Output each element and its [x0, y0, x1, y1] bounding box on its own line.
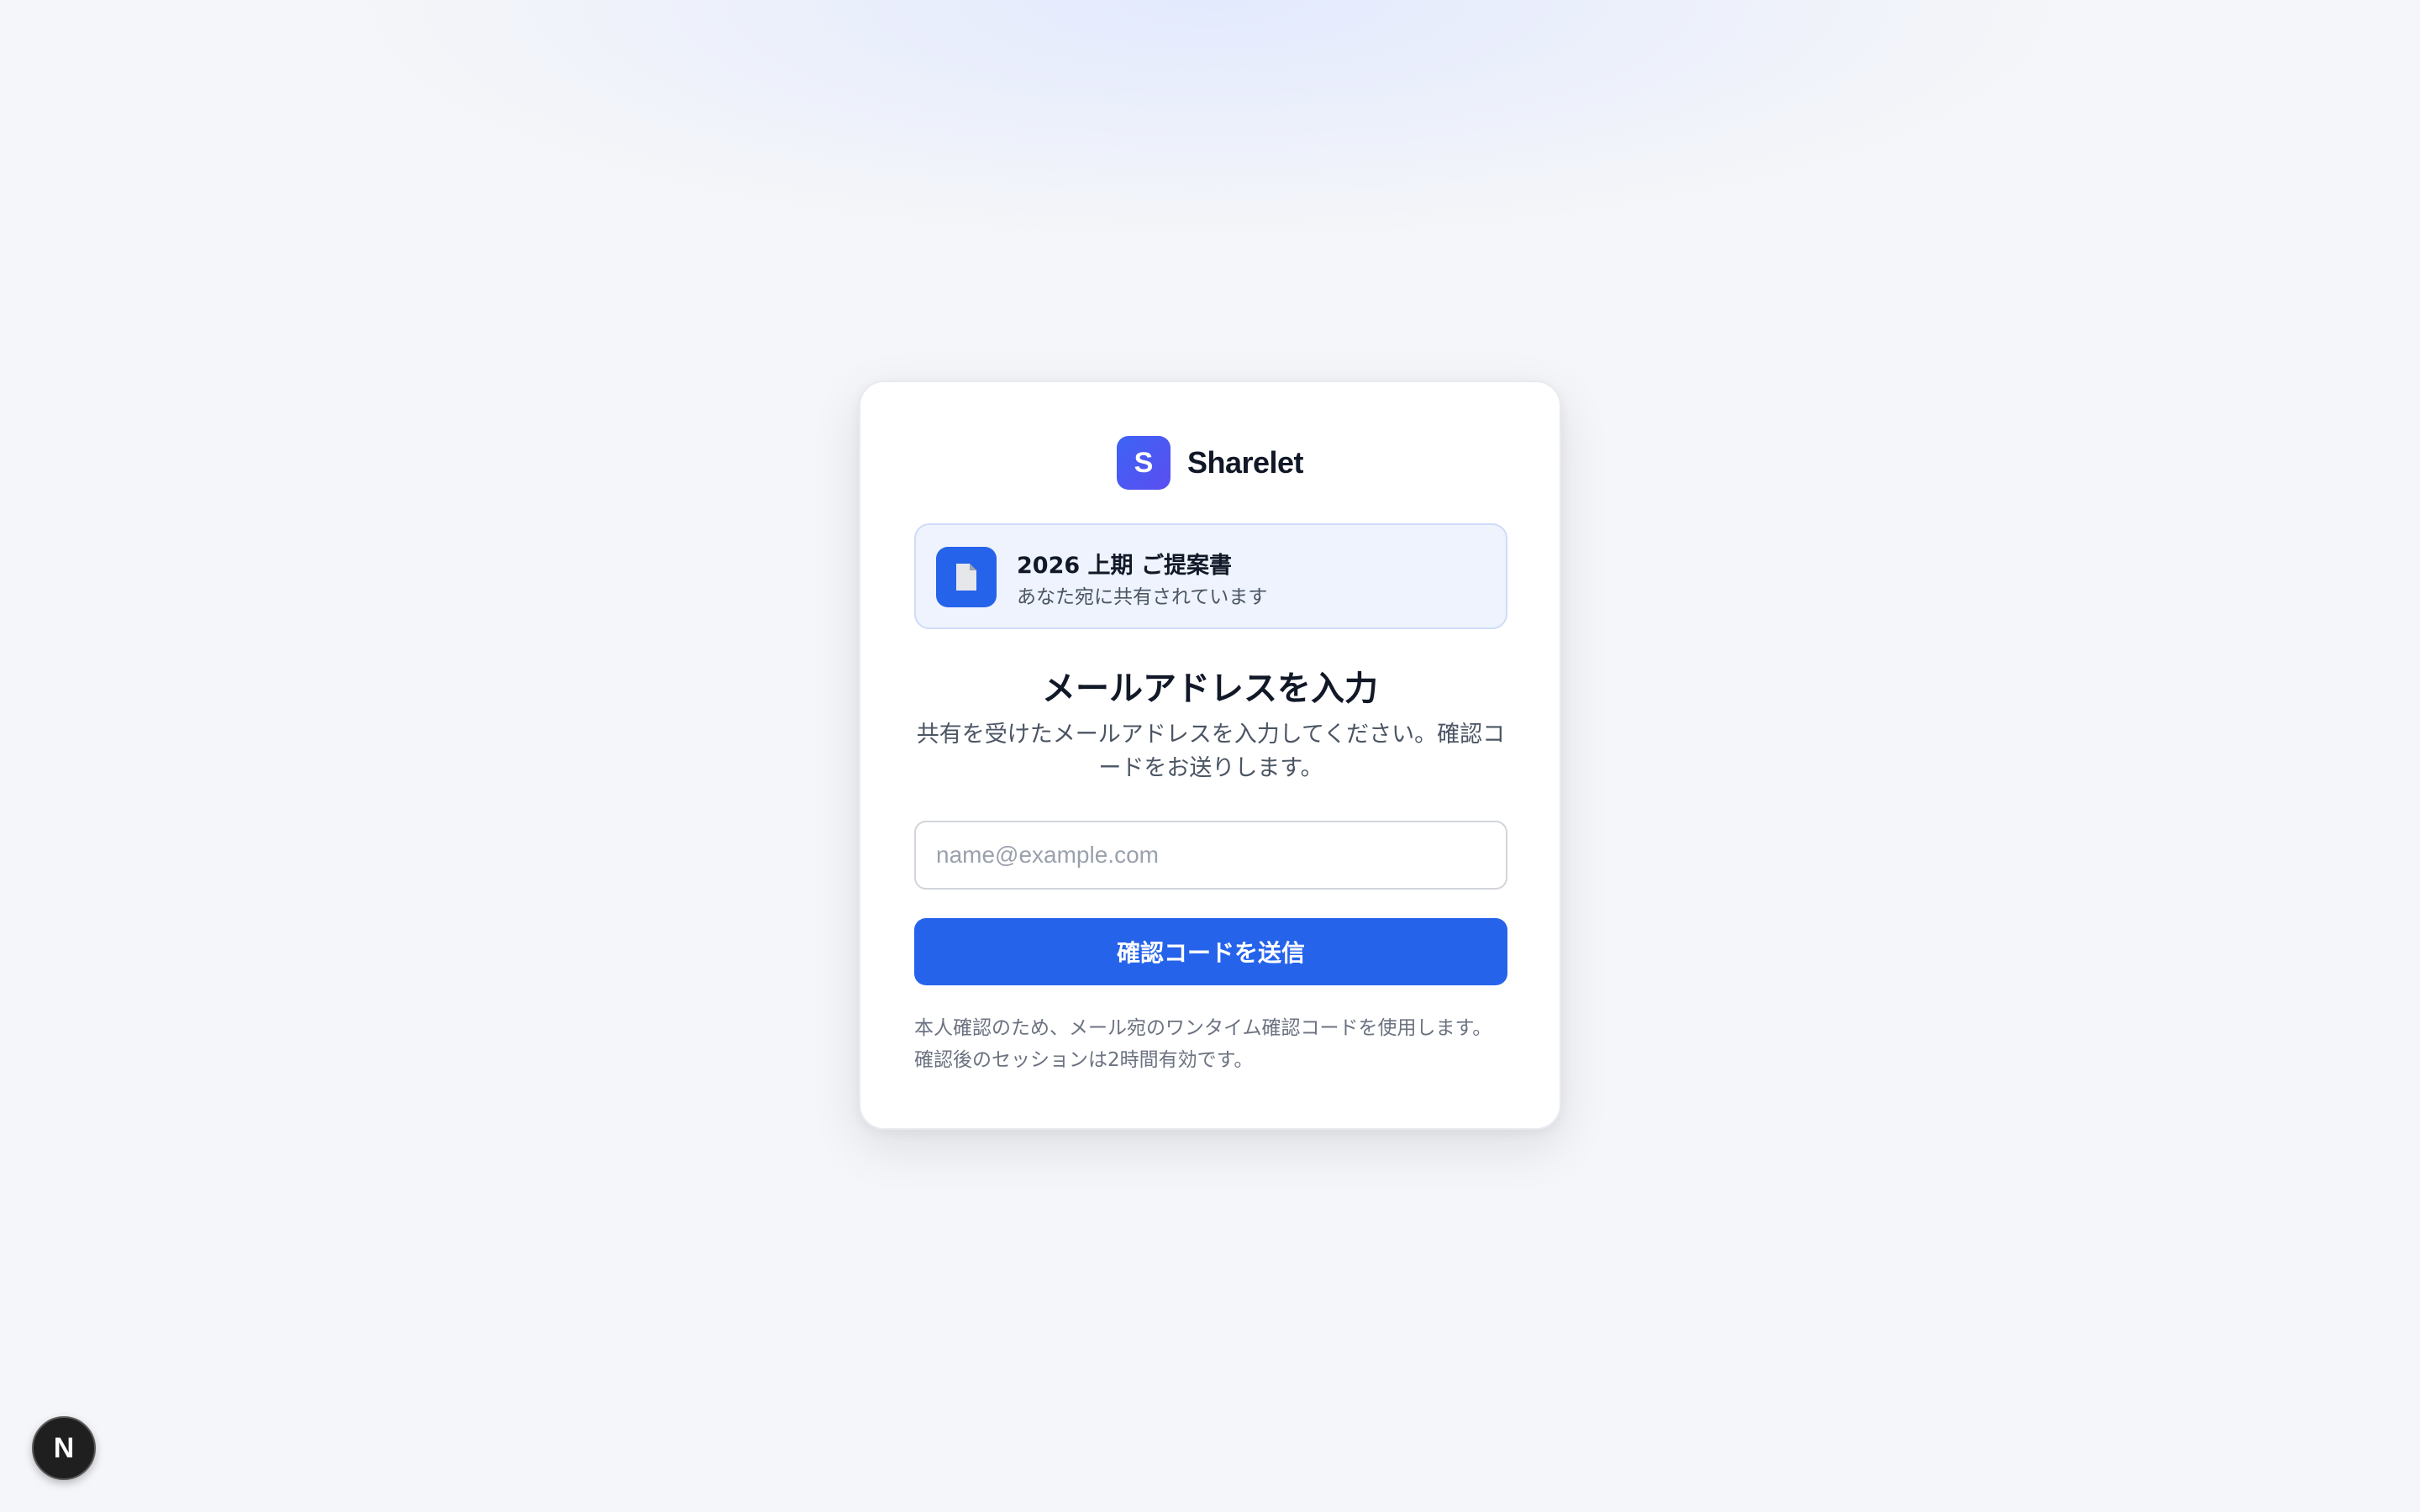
nextjs-badge-letter: N — [53, 1431, 75, 1464]
nextjs-icon[interactable]: N — [32, 1416, 96, 1480]
shared-document-info: 2026 上期 ご提案書 あなた宛に共有されています — [914, 523, 1507, 629]
brand-name: Sharelet — [1186, 445, 1304, 480]
brand-logo-icon: S — [1116, 436, 1171, 490]
send-code-button[interactable]: 確認コードを送信 — [914, 918, 1507, 985]
email-field[interactable] — [914, 821, 1507, 890]
document-title: 2026 上期 ご提案書 — [1017, 553, 1232, 579]
file-icon — [936, 547, 997, 607]
verification-note: 本人確認のため、メール宛のワンタイム確認コードを使用します。確認後のセッションは… — [914, 1017, 1492, 1071]
page-title: メールアドレスを入力 — [1042, 669, 1378, 708]
page-description: 共有を受けたメールアドレスを入力してください。確認コードをお送りします。 — [916, 722, 1506, 781]
brand-logo-letter: S — [1134, 446, 1154, 479]
brand-header: S Sharelet — [860, 436, 1560, 490]
login-card: S Sharelet 2026 上期 ご提案書 あなた宛に共有されています メー… — [859, 381, 1561, 1130]
document-shared-status: あなた宛に共有されています — [1017, 586, 1268, 608]
